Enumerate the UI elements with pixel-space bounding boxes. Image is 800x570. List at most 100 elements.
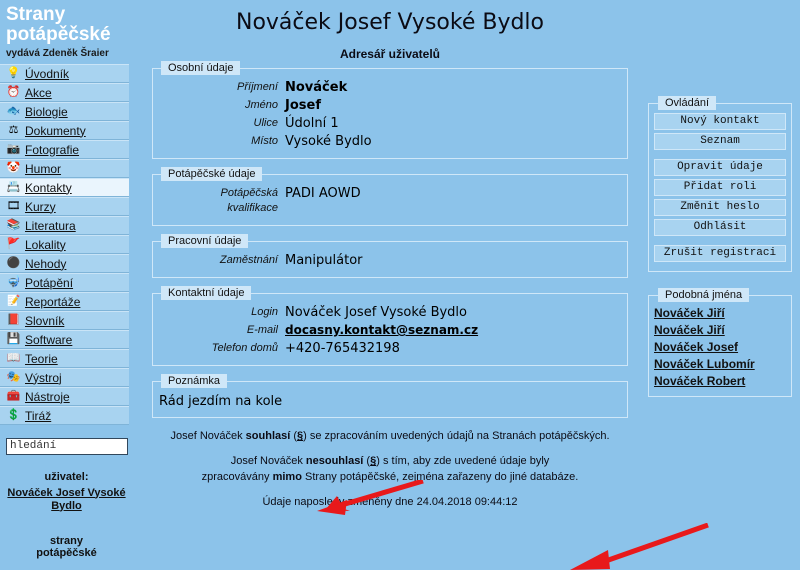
fieldset-pracovn-daje: Pracovní údaje Zaměstnání Manipulátor	[152, 234, 628, 278]
sidebar-item-label: Lokality	[25, 237, 66, 252]
sidebar-item-tir[interactable]: 💲 Tiráž	[0, 406, 129, 425]
field-row: Místo Vysoké Bydlo	[157, 134, 623, 149]
consent-2-e: ) s tím, aby zde uvedené údaje byly	[376, 455, 550, 467]
field-label: Příjmení	[237, 81, 278, 93]
fieldset-legend: Potápěčské údaje	[161, 167, 263, 181]
sidebar-item-kurzy[interactable]: 🎞 Kurzy	[0, 197, 129, 216]
similar-names-list: Nováček Jiří Nováček Jiří Nováček Josef Nov…	[654, 305, 786, 390]
sidebar-footer-line-1: strany	[49, 534, 84, 547]
diveflag-icon: 🚩	[6, 238, 21, 250]
dollar-icon: 💲	[6, 409, 21, 421]
control-button-nov-kontakt[interactable]: Nový kontakt	[654, 113, 786, 130]
consent-2-b: nesouhlasí	[305, 455, 364, 467]
field-value: Nováček Josef Vysoké Bydlo	[285, 305, 467, 320]
detail-fieldsets: Osobní údaje Příjmení Nováček Jméno Josef Uli…	[140, 61, 640, 366]
field-row: Ulice Údolní 1	[157, 116, 623, 131]
sidebar-item-akce[interactable]: ⏰ Akce	[0, 83, 129, 102]
stamp-icon: ⚖	[8, 124, 19, 136]
sidebar-item-software[interactable]: 💾 Software	[0, 330, 129, 349]
fish-icon: 🐟	[6, 105, 21, 117]
field-row: Telefon domů +420-765432198	[157, 341, 623, 356]
brand-line-2: potápěčské	[6, 24, 111, 45]
control-button-zm-nit-heslo[interactable]: Změnit heslo	[654, 199, 786, 216]
consent-line-2: Josef Nováček nesouhlasí (§) s tím, aby …	[150, 453, 630, 485]
sidebar-item-humor[interactable]: 🤡 Humor	[0, 159, 129, 178]
sidebar-item-label: Slovník	[25, 313, 65, 328]
similar-name-link[interactable]: Nováček Jiří	[654, 305, 786, 322]
brand-line-1: Strany	[6, 4, 66, 25]
brand-publisher: vydává Zdeněk Šraier	[6, 48, 109, 59]
control-button-p-idat-roli[interactable]: Přidat roli	[654, 179, 786, 196]
field-value: +420-765432198	[285, 341, 400, 356]
consent-3-c: Strany potápěčské, zejména zařazeny do j…	[301, 471, 579, 483]
field-row: Zaměstnání Manipulátor	[157, 253, 623, 268]
field-label: Jméno	[244, 99, 278, 111]
sidebar-item-label: Kontakty	[25, 180, 72, 195]
sidebar-item-biologie[interactable]: 🐟 Biologie	[0, 102, 129, 121]
field-row: Jméno Josef	[157, 98, 623, 113]
floppy-icon: 💾	[6, 333, 21, 345]
sidebar-item-fotografie[interactable]: 📷 Fotografie	[0, 140, 129, 159]
field-value-link[interactable]: docasny.kontakt@seznam.cz	[285, 323, 478, 338]
clock-icon: ⏰	[6, 86, 21, 98]
page-root: Strany potápěčské vydává Zdeněk Šraier 💡…	[0, 0, 800, 570]
note-legend: Poznámka	[161, 374, 227, 388]
field-row: Login Nováček Josef Vysoké Bydlo	[157, 305, 623, 320]
book-icon: 📖	[6, 352, 21, 364]
books-icon: 📚	[6, 219, 21, 231]
contacts-icon: 📇	[6, 181, 21, 193]
projector-icon: 🎞	[6, 200, 21, 212]
similar-name-link[interactable]: Nováček Lubomír	[654, 356, 786, 373]
sidebar-item-dokumenty[interactable]: ⚖ Dokumenty	[0, 121, 129, 140]
sidebar-item-kontakty[interactable]: 📇 Kontakty	[0, 178, 129, 197]
sidebar-item-report-e[interactable]: 📝 Reportáže	[0, 292, 129, 311]
control-button-opravit-daje[interactable]: Opravit údaje	[654, 159, 786, 176]
current-user-link[interactable]: Nováček Josef Vysoké Bydlo	[0, 487, 133, 513]
sidebar-item-v-stroj[interactable]: 🎭 Výstroj	[0, 368, 129, 387]
page-subtitle: Adresář uživatelů	[339, 47, 441, 61]
sidebar-item-label: Biologie	[25, 104, 68, 119]
camera-icon: 📷	[6, 143, 21, 155]
consent-block: Josef Nováček souhlasí (§) se zpracování…	[150, 428, 630, 510]
sidebar-item-teorie[interactable]: 📖 Teorie	[0, 349, 129, 368]
field-label: Login	[251, 306, 278, 318]
sidebar-item-lokality[interactable]: 🚩 Lokality	[0, 235, 129, 254]
consent-1-a: Josef Nováček	[170, 430, 246, 442]
field-value: PADI AOWD	[285, 186, 361, 201]
last-changed-text: Údaje naposledy změněny dne 24.04.2018 0…	[262, 496, 518, 508]
consent-3-a: zpracovávány	[201, 471, 273, 483]
similar-name-link[interactable]: Nováček Robert	[654, 373, 786, 390]
main-content: Nováček Josef Vysoké Bydlo Adresář uživa…	[140, 0, 640, 570]
sidebar-item-pot-p-n[interactable]: 🤿 Potápění	[0, 273, 129, 292]
controls-button-list: Nový kontakt Seznam Opravit údaje Přidat ro…	[654, 113, 786, 262]
lightbulb-icon: 💡	[6, 67, 21, 79]
similar-names-legend: Podobná jména	[658, 288, 750, 302]
control-button-odhl-sit[interactable]: Odhlásit	[654, 219, 786, 236]
fieldset-pot-p-sk-daje: Potápěčské údaje Potápěčská kvalifikace PA…	[152, 167, 628, 226]
control-button-zru-it-registraci[interactable]: Zrušit registraci	[654, 245, 786, 262]
sidebar-item-label: Tiráž	[25, 408, 52, 423]
sidebar-menu: 💡 Úvodník ⏰ Akce 🐟 Biologie ⚖ Dokumenty 📷 Fotogra…	[0, 64, 140, 425]
fieldset-legend: Osobní údaje	[161, 61, 241, 75]
note-text: Rád jezdím na kole	[159, 394, 283, 409]
sidebar-item-label: Software	[25, 332, 73, 347]
left-sidebar: Strany potápěčské vydává Zdeněk Šraier 💡…	[0, 0, 140, 570]
sidebar-item-nehody[interactable]: ⚫ Nehody	[0, 254, 129, 273]
sidebar-item-label: Kurzy	[25, 199, 56, 214]
similar-name-link[interactable]: Nováček Jiří	[654, 322, 786, 339]
sidebar-item-literatura[interactable]: 📚 Literatura	[0, 216, 129, 235]
sidebar-footer-line-2: potápěčské	[36, 546, 97, 559]
sidebar-item-label: Akce	[25, 85, 52, 100]
sidebar-item-label: Humor	[25, 161, 62, 176]
sidebar-footer-brand: strany potápěčské	[0, 535, 133, 559]
control-button-seznam[interactable]: Seznam	[654, 133, 786, 150]
field-row: Příjmení Nováček	[157, 80, 623, 95]
sidebar-item-slovn-k[interactable]: 📕 Slovník	[0, 311, 129, 330]
sidebar-item-vodn-k[interactable]: 💡 Úvodník	[0, 64, 129, 83]
fieldset-kontaktn-daje: Kontaktní údaje Login Nováček Josef Vysoké…	[152, 286, 628, 366]
sidebar-item-label: Dokumenty	[25, 123, 86, 138]
sidebar-item-label: Literatura	[25, 218, 76, 233]
similar-name-link[interactable]: Nováček Josef	[654, 339, 786, 356]
search-input[interactable]	[6, 437, 128, 455]
sidebar-item-n-stroje[interactable]: 🧰 Nástroje	[0, 387, 129, 406]
